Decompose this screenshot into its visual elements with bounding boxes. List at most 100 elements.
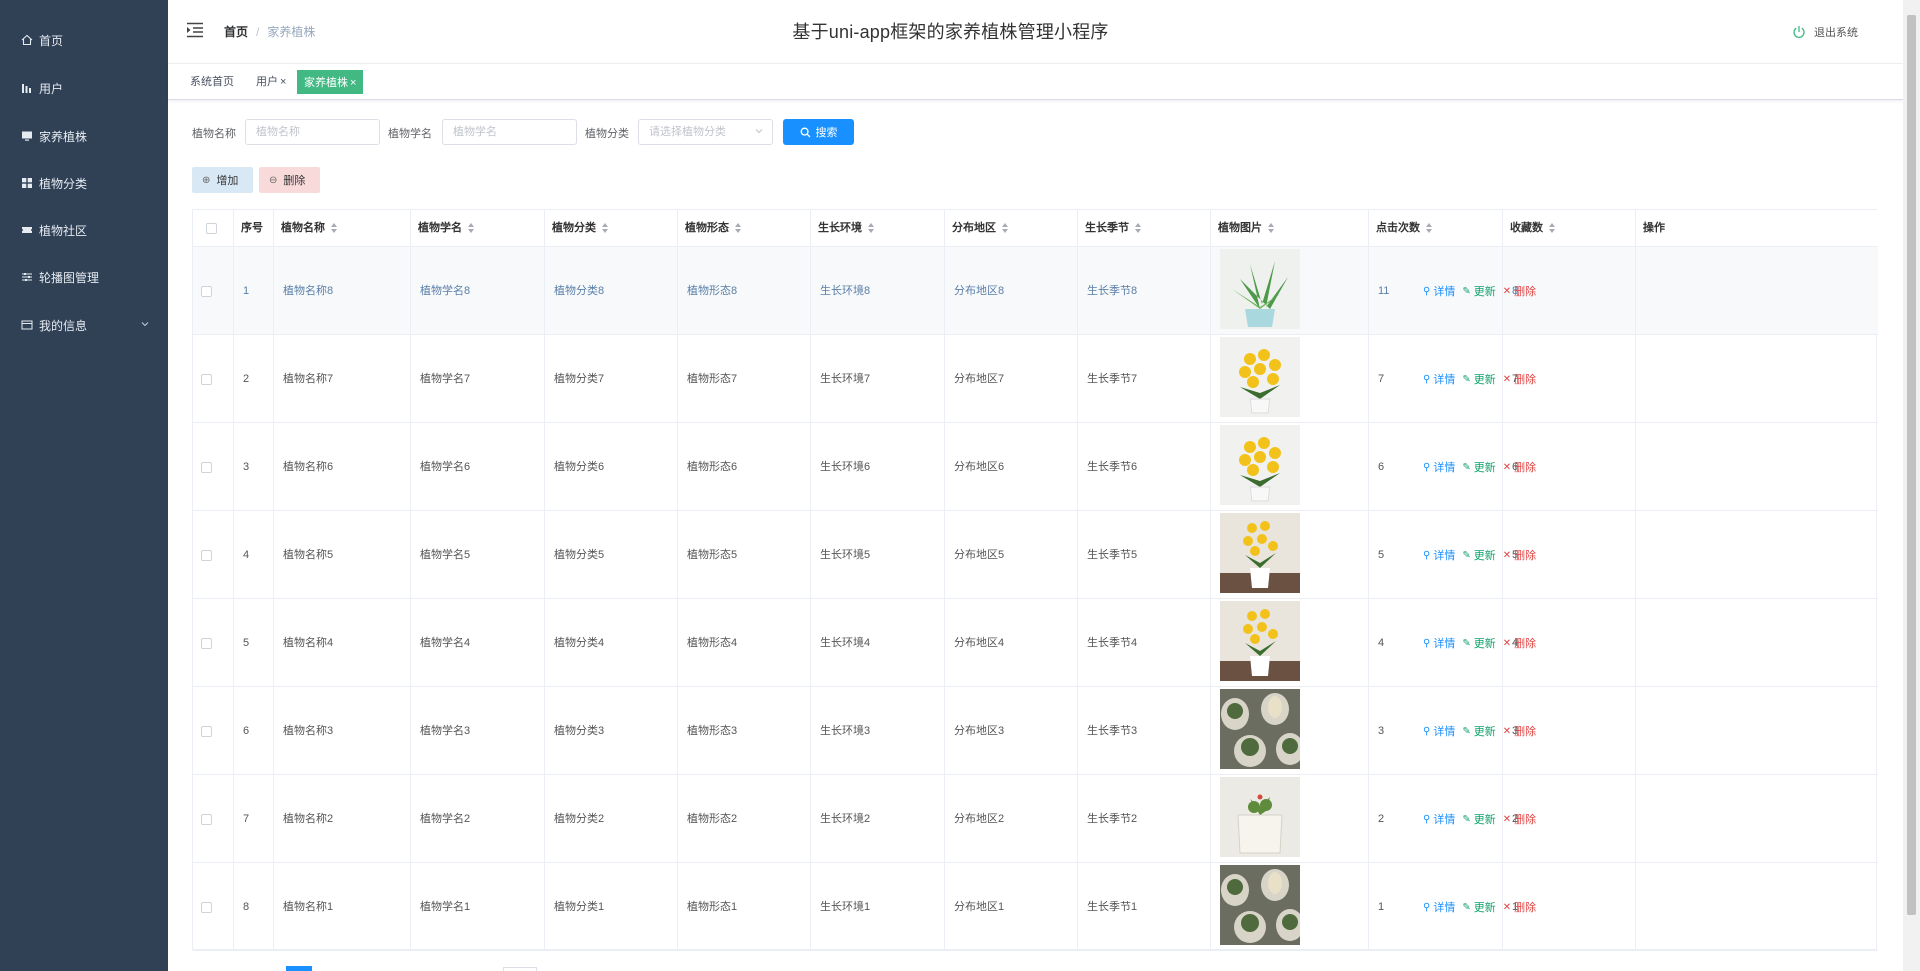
row-checkbox[interactable] <box>201 549 212 561</box>
plant-image[interactable] <box>1220 601 1300 681</box>
col-header-name[interactable]: 植物名称 <box>274 210 411 247</box>
cell-name: 植物名称4 <box>274 599 411 687</box>
cell-env: 生长环境1 <box>811 863 945 951</box>
plant-image[interactable] <box>1220 513 1300 593</box>
detail-button[interactable]: ⚲ 详情 <box>1423 723 1455 739</box>
search-button[interactable]: 搜索 <box>783 119 854 145</box>
tag-dashboard[interactable]: 系统首页 <box>186 70 238 94</box>
page-scrollbar[interactable] <box>1903 0 1920 971</box>
plant-image[interactable] <box>1220 337 1300 417</box>
row-checkbox[interactable] <box>201 285 212 297</box>
detail-button[interactable]: ⚲ 详情 <box>1423 811 1455 827</box>
scrollbar-thumb[interactable] <box>1907 15 1916 915</box>
col-header-image[interactable]: 植物图片 <box>1211 210 1369 247</box>
sort-icon[interactable] <box>1268 223 1275 234</box>
plant-name-input[interactable]: 植物名称 <box>245 119 380 145</box>
update-button[interactable]: ✎ 更新 <box>1462 459 1495 475</box>
sort-icon[interactable] <box>1549 223 1556 234</box>
row-checkbox[interactable] <box>201 461 212 473</box>
detail-button[interactable]: ⚲ 详情 <box>1423 371 1455 387</box>
delete-button[interactable]: ✕ 删除 <box>1503 283 1536 299</box>
sort-icon[interactable] <box>1426 223 1433 234</box>
plant-sci-input[interactable]: 植物学名 <box>442 119 577 145</box>
sidebar-item-categories[interactable]: 植物分类 <box>0 163 168 203</box>
row-checkbox[interactable] <box>201 725 212 737</box>
col-header-label: 分布地区 <box>952 222 996 234</box>
delete-button[interactable]: ✕ 删除 <box>1503 723 1536 739</box>
pagination-page-size[interactable] <box>503 967 537 971</box>
batch-delete-label: 删除 <box>283 175 306 187</box>
update-button[interactable]: ✎ 更新 <box>1462 283 1495 299</box>
plant-category-select[interactable]: 请选择植物分类 <box>638 119 773 145</box>
tags-view: 系统首页 用户 × 家养植株 × <box>168 64 1903 100</box>
sidebar-item-users[interactable]: 用户 <box>0 68 168 108</box>
row-actions: ⚲ 详情 ✎ 更新 ✕ 删除 <box>1423 863 1543 951</box>
row-checkbox[interactable] <box>201 813 212 825</box>
update-button[interactable]: ✎ 更新 <box>1462 547 1495 563</box>
edit-icon: ✎ <box>1462 461 1471 473</box>
select-all-checkbox[interactable] <box>206 222 217 234</box>
sort-icon[interactable] <box>1135 223 1142 234</box>
delete-button[interactable]: ✕ 删除 <box>1503 371 1536 387</box>
col-header-form[interactable]: 植物形态 <box>678 210 811 247</box>
plant-image[interactable] <box>1220 777 1300 857</box>
cell-form: 植物形态3 <box>678 687 811 775</box>
add-button[interactable]: ⊕ 增加 <box>192 167 253 193</box>
batch-delete-button[interactable]: ⊖ 删除 <box>259 167 320 193</box>
col-header-env[interactable]: 生长环境 <box>811 210 945 247</box>
plant-image[interactable] <box>1220 865 1300 945</box>
sort-icon[interactable] <box>602 223 609 234</box>
sort-icon[interactable] <box>1002 223 1009 234</box>
row-checkbox[interactable] <box>201 637 212 649</box>
update-button[interactable]: ✎ 更新 <box>1462 811 1495 827</box>
row-checkbox[interactable] <box>201 901 212 913</box>
plant-image[interactable] <box>1220 689 1300 769</box>
sort-icon[interactable] <box>735 223 742 234</box>
delete-button[interactable]: ✕ 删除 <box>1503 459 1536 475</box>
update-label: 更新 <box>1473 374 1496 386</box>
col-header-region[interactable]: 分布地区 <box>945 210 1078 247</box>
detail-button[interactable]: ⚲ 详情 <box>1423 899 1455 915</box>
sort-icon[interactable] <box>468 223 475 234</box>
close-icon[interactable]: × <box>350 77 356 89</box>
cell-region: 分布地区6 <box>945 423 1078 511</box>
detail-button[interactable]: ⚲ 详情 <box>1423 547 1455 563</box>
col-header-clicks[interactable]: 点击次数 <box>1369 210 1503 247</box>
close-icon[interactable]: × <box>280 76 286 88</box>
col-header-sci[interactable]: 植物学名 <box>411 210 545 247</box>
sidebar-item-plants[interactable]: 家养植株 <box>0 116 168 156</box>
plant-image[interactable] <box>1220 425 1300 505</box>
delete-button[interactable]: ✕ 删除 <box>1503 635 1536 651</box>
plant-image[interactable] <box>1220 249 1300 329</box>
delete-button[interactable]: ✕ 删除 <box>1503 899 1536 915</box>
row-checkbox[interactable] <box>201 373 212 385</box>
tag-plants[interactable]: 家养植株 × <box>297 70 364 94</box>
sidebar-item-myinfo[interactable]: 我的信息 <box>0 305 168 345</box>
delete-button[interactable]: ✕ 删除 <box>1503 547 1536 563</box>
search-icon <box>800 127 811 138</box>
update-button[interactable]: ✎ 更新 <box>1462 899 1495 915</box>
col-header-category[interactable]: 植物分类 <box>545 210 678 247</box>
sort-icon[interactable] <box>331 223 338 234</box>
col-header-favs[interactable]: 收藏数 <box>1503 210 1636 247</box>
col-header-season[interactable]: 生长季节 <box>1078 210 1211 247</box>
cell-idx: 5 <box>234 599 274 687</box>
sliders-icon <box>20 270 34 284</box>
update-button[interactable]: ✎ 更新 <box>1462 723 1495 739</box>
tag-users[interactable]: 用户 × <box>252 70 290 94</box>
detail-button[interactable]: ⚲ 详情 <box>1423 283 1455 299</box>
cell-season: 生长季节5 <box>1078 511 1211 599</box>
sidebar-item-carousel[interactable]: 轮播图管理 <box>0 257 168 297</box>
detail-button[interactable]: ⚲ 详情 <box>1423 635 1455 651</box>
pagination-current-page[interactable] <box>286 966 312 971</box>
sidebar-item-community[interactable]: 植物社区 <box>0 210 168 250</box>
update-button[interactable]: ✎ 更新 <box>1462 635 1495 651</box>
sidebar-item-home[interactable]: 首页 <box>0 20 168 60</box>
sort-icon[interactable] <box>868 223 875 234</box>
cell-sci: 植物学名6 <box>411 423 545 511</box>
update-button[interactable]: ✎ 更新 <box>1462 371 1495 387</box>
sidebar: 首页 用户 家养植株 植物分类 植物社区 轮播图管理 我的信息 <box>0 0 168 971</box>
logout-button[interactable]: 退出系统 <box>1792 24 1858 40</box>
delete-button[interactable]: ✕ 删除 <box>1503 811 1536 827</box>
detail-button[interactable]: ⚲ 详情 <box>1423 459 1455 475</box>
